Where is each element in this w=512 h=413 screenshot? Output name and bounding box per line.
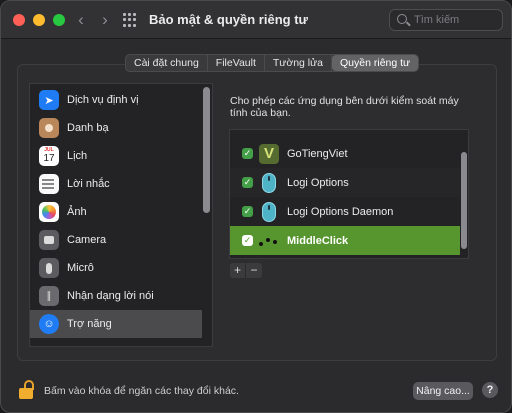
app-row-gotiengviet[interactable]: ✓ V GoTiengViet bbox=[230, 139, 460, 168]
forward-button[interactable]: › bbox=[95, 10, 115, 30]
app-checkbox[interactable]: ✓ bbox=[242, 235, 253, 246]
sidebar-item-label: Lịch bbox=[67, 150, 88, 162]
add-remove-control: + − bbox=[230, 263, 262, 278]
reminders-icon bbox=[39, 174, 59, 194]
add-app-button[interactable]: + bbox=[230, 263, 246, 278]
app-name: GoTiengViet bbox=[287, 147, 348, 160]
camera-icon bbox=[39, 230, 59, 250]
speech-recognition-icon: ∥ bbox=[39, 286, 59, 306]
app-row-middleclick[interactable]: ✓ MiddleClick bbox=[230, 226, 460, 255]
back-button[interactable]: ‹ bbox=[71, 10, 91, 30]
accessibility-icon: ☺ bbox=[39, 314, 59, 334]
sidebar-scrollbar[interactable] bbox=[203, 87, 210, 213]
close-window-button[interactable] bbox=[13, 14, 25, 26]
lock-hint-text: Bấm vào khóa để ngăn các thay đổi khác. bbox=[44, 385, 239, 397]
sidebar-item-reminders[interactable]: Lời nhắc bbox=[30, 170, 202, 198]
sidebar-item-contacts[interactable]: Danh bạ bbox=[30, 114, 202, 142]
middleclick-icon bbox=[259, 231, 279, 251]
app-name: Logi Options bbox=[287, 176, 349, 189]
unlocked-padlock-icon[interactable] bbox=[19, 380, 37, 399]
location-icon: ➤ bbox=[39, 90, 59, 110]
calendar-icon: JUL 17 bbox=[39, 146, 59, 166]
calendar-icon-day: 17 bbox=[43, 153, 55, 164]
sidebar-item-label: Ảnh bbox=[67, 206, 87, 218]
sidebar-item-label: Lời nhắc bbox=[67, 178, 110, 190]
app-checkbox[interactable]: ✓ bbox=[242, 148, 253, 159]
tab-privacy[interactable]: Quyền riêng tư bbox=[332, 55, 419, 71]
logi-mouse-icon bbox=[259, 201, 279, 222]
app-name: MiddleClick bbox=[287, 234, 349, 247]
app-row-logi-options[interactable]: ✓ Logi Options bbox=[230, 168, 460, 197]
sidebar-item-label: Nhận dạng lời nói bbox=[67, 290, 154, 302]
zoom-window-button[interactable] bbox=[53, 14, 65, 26]
app-name: Logi Options Daemon bbox=[287, 205, 394, 218]
preferences-window: ‹ › Bảo mật & quyền riêng tư Tìm kiếm Cà… bbox=[0, 0, 512, 413]
contacts-icon bbox=[39, 118, 59, 138]
sidebar-item-label: Camera bbox=[67, 234, 107, 246]
search-icon bbox=[397, 14, 407, 24]
search-field[interactable]: Tìm kiếm bbox=[389, 9, 503, 31]
sidebar-item-location-services[interactable]: ➤ Dịch vụ định vị bbox=[30, 86, 202, 114]
gotiengviet-icon: V bbox=[259, 143, 279, 164]
app-row-logi-options-daemon[interactable]: ✓ Logi Options Daemon bbox=[230, 197, 460, 226]
sidebar-item-microphone[interactable]: Micrô bbox=[30, 254, 202, 282]
advanced-button[interactable]: Nâng cao... bbox=[413, 382, 473, 400]
sidebar-item-calendar[interactable]: JUL 17 Lịch bbox=[30, 142, 202, 170]
sidebar-item-label: Trợ năng bbox=[67, 318, 112, 330]
sidebar-item-camera[interactable]: Camera bbox=[30, 226, 202, 254]
tab-firewall[interactable]: Tường lửa bbox=[265, 55, 333, 71]
app-checkbox[interactable]: ✓ bbox=[242, 177, 253, 188]
privacy-category-list[interactable]: ➤ Dịch vụ định vị Danh bạ JUL 17 Lịch Lờ… bbox=[29, 83, 213, 347]
permission-description: Cho phép các ứng dụng bên dưới kiểm soát… bbox=[230, 95, 459, 119]
minimize-window-button[interactable] bbox=[33, 14, 45, 26]
help-button[interactable]: ? bbox=[482, 382, 498, 398]
app-checkbox[interactable]: ✓ bbox=[242, 206, 253, 217]
window-title: Bảo mật & quyền riêng tư bbox=[149, 12, 308, 27]
sidebar-item-accessibility[interactable]: ☺ Trợ năng bbox=[30, 310, 202, 338]
microphone-icon bbox=[39, 258, 59, 278]
sidebar-item-label: Danh bạ bbox=[67, 122, 109, 134]
photos-icon bbox=[39, 202, 59, 222]
tab-general[interactable]: Cài đặt chung bbox=[126, 55, 208, 71]
tab-filevault[interactable]: FileVault bbox=[208, 55, 265, 71]
search-placeholder: Tìm kiếm bbox=[414, 14, 460, 26]
remove-app-button[interactable]: − bbox=[246, 263, 262, 278]
titlebar: ‹ › Bảo mật & quyền riêng tư Tìm kiếm bbox=[1, 1, 511, 39]
logi-mouse-icon bbox=[259, 172, 279, 193]
tab-bar: Cài đặt chung FileVault Tường lửa Quyền … bbox=[125, 54, 420, 72]
show-all-grid-icon[interactable] bbox=[123, 13, 137, 27]
sidebar-item-label: Dịch vụ định vị bbox=[67, 94, 139, 106]
allowed-apps-list[interactable]: ✓ V GoTiengViet ✓ Logi Options ✓ Logi Op… bbox=[229, 129, 469, 259]
app-list-scrollbar[interactable] bbox=[461, 152, 467, 249]
sidebar-item-photos[interactable]: Ảnh bbox=[30, 198, 202, 226]
sidebar-item-speech-recognition[interactable]: ∥ Nhận dạng lời nói bbox=[30, 282, 202, 310]
sidebar-item-label: Micrô bbox=[67, 262, 94, 274]
